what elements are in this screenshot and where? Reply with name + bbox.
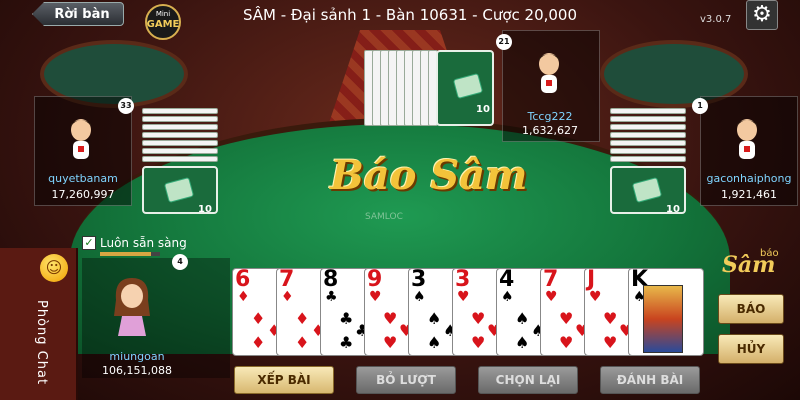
left-player-money: 17,260,997 — [51, 188, 115, 201]
ready-checkbox[interactable]: ✓ — [82, 236, 96, 250]
version-label: v3.0.7 — [700, 14, 732, 25]
card-suit-icon: ♥ — [589, 289, 602, 305]
card-pip-icon: ♥ — [471, 333, 486, 352]
leave-table-label: Rời bàn — [54, 6, 110, 22]
card-pip-icon: ♦ — [251, 309, 266, 328]
card-suit-icon: ♥ — [545, 289, 558, 305]
card-pip-icon: ♦ — [251, 333, 266, 352]
top-player-name: Tccg222 — [527, 110, 573, 123]
play-cards-button[interactable]: ĐÁNH BÀI — [600, 366, 700, 394]
card-suit-icon: ♦ — [237, 289, 250, 305]
minigame-logo[interactable]: Mini GAME — [134, 0, 192, 40]
chat-room-tab[interactable]: Phòng Chat — [34, 300, 49, 385]
card-pip-icon: ♥ — [383, 333, 398, 352]
card-suit-icon: ♥ — [457, 289, 470, 305]
leave-table-button[interactable]: Rời bàn — [32, 2, 124, 26]
settings-gear-icon[interactable]: ⚙ — [746, 0, 778, 30]
left-player-name: quyetbanam — [48, 172, 118, 185]
right-player-badge: 1 — [692, 98, 708, 114]
card-pip-icon: ♠ — [515, 309, 530, 328]
logo-top-text: Mini — [156, 10, 170, 18]
cancel-button[interactable]: HỦY — [718, 334, 784, 364]
card-pip-icon: ♠ — [427, 333, 442, 352]
left-player-badge: 33 — [118, 98, 134, 114]
card-pip-icon: ♥ — [603, 333, 618, 352]
ready-progress-bar — [100, 252, 160, 256]
card-suit-icon: ♣ — [325, 289, 338, 305]
my-player-money: 106,151,088 — [102, 364, 172, 377]
card-pip-icon: ♣ — [339, 309, 354, 328]
report-button[interactable]: BÁO — [718, 294, 784, 324]
card-suit-icon: ♥ — [369, 289, 382, 305]
right-player-avatar — [737, 119, 757, 159]
card-suit-icon: ♠ — [501, 289, 514, 305]
my-player-name: miungoan — [109, 350, 165, 363]
top-player-avatar — [539, 53, 559, 93]
always-ready-toggle[interactable]: ✓ Luôn sẵn sàng — [82, 236, 187, 250]
ready-label: Luôn sẵn sàng — [100, 236, 187, 250]
left-player-avatar — [71, 119, 91, 159]
right-player-money: 1,921,461 — [721, 188, 777, 201]
card-pip-icon: ♥ — [471, 309, 486, 328]
my-avatar — [114, 278, 150, 336]
bao-brand-text: báo — [760, 248, 779, 259]
logo-main-text: GAME — [147, 19, 180, 30]
sort-cards-button[interactable]: XẾP BÀI — [234, 366, 334, 394]
ready-progress-fill — [100, 252, 151, 256]
skip-turn-button[interactable]: BỎ LƯỢT — [356, 366, 456, 394]
card-pip-icon: ♠ — [427, 309, 442, 328]
face-card-art — [643, 285, 683, 353]
bao-sam-table-logo: Báo Sâm — [330, 152, 528, 199]
my-badge: 4 — [172, 254, 188, 270]
emoji-smiley-icon[interactable]: ☺ — [40, 254, 68, 282]
top-player-money: 1,632,627 — [522, 124, 578, 137]
card-pip-icon: ♥ — [559, 309, 574, 328]
top-card-count: 10 — [476, 104, 490, 115]
card-pip-icon: ♥ — [383, 309, 398, 328]
card-pip-icon: ♦ — [295, 309, 310, 328]
game-scene: Rời bàn Mini GAME SÂM - Đại sảnh 1 - Bàn… — [0, 0, 800, 400]
card-pip-icon: ♠ — [515, 333, 530, 352]
top-player-badge: 21 — [496, 34, 512, 50]
reselect-button[interactable]: CHỌN LẠI — [478, 366, 578, 394]
card-suit-icon: ♠ — [413, 289, 426, 305]
right-player-name: gaconhaiphong — [706, 172, 792, 185]
card-pip-icon: ♣ — [339, 333, 354, 352]
card-suit-icon: ♦ — [281, 289, 294, 305]
right-card-count: 10 — [666, 204, 680, 215]
card-pip-icon: ♥ — [603, 309, 618, 328]
hand-card[interactable]: K ♠ — [628, 267, 704, 356]
table-title: SÂM - Đại sảnh 1 - Bàn 10631 - Cược 20,0… — [242, 6, 578, 24]
card-pip-icon: ♦ — [295, 333, 310, 352]
card-pip-icon: ♥ — [559, 333, 574, 352]
table-watermark: SAMLOC — [365, 212, 403, 222]
left-card-count: 10 — [198, 204, 212, 215]
